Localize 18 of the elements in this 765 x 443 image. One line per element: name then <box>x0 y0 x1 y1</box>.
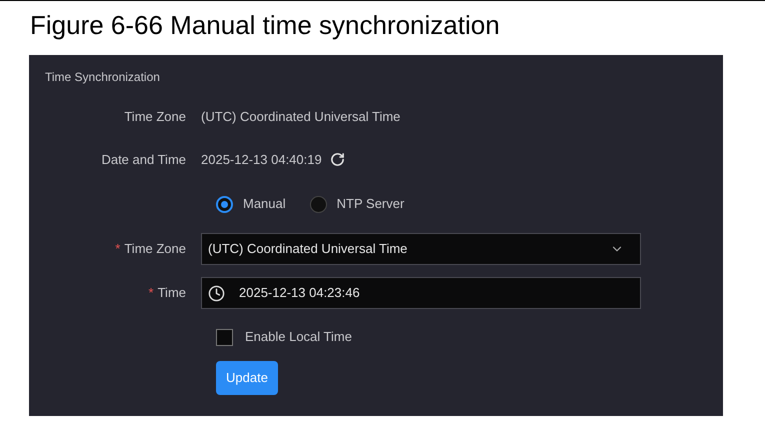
figure-caption: Figure 6-66 Manual time synchronization <box>30 10 500 40</box>
refresh-icon[interactable] <box>330 152 345 167</box>
required-mark: * <box>115 240 120 258</box>
field-label: Time Zone <box>124 240 186 258</box>
mode-radio[interactable]: NTP Server <box>310 194 404 214</box>
time-input[interactable]: 2025-12-13 04:23:46 <box>201 277 641 309</box>
field-label: Time Zone <box>124 108 186 126</box>
checkbox[interactable] <box>216 328 233 346</box>
required-mark: * <box>148 284 154 302</box>
field-value: (UTC) Coordinated Universal Time <box>201 108 400 126</box>
clock-icon <box>208 284 225 302</box>
panel-title: Time Synchronization <box>45 70 160 84</box>
time-zone-select[interactable]: (UTC) Coordinated Universal Time <box>201 233 641 265</box>
field-label: Date and Time <box>101 150 186 169</box>
checkbox-label: Enable Local Time <box>245 328 352 346</box>
mode-radio[interactable]: Manual <box>216 194 286 214</box>
field-label: Time <box>158 284 186 302</box>
field-value: 2025-12-13 04:40:19 <box>201 150 322 169</box>
